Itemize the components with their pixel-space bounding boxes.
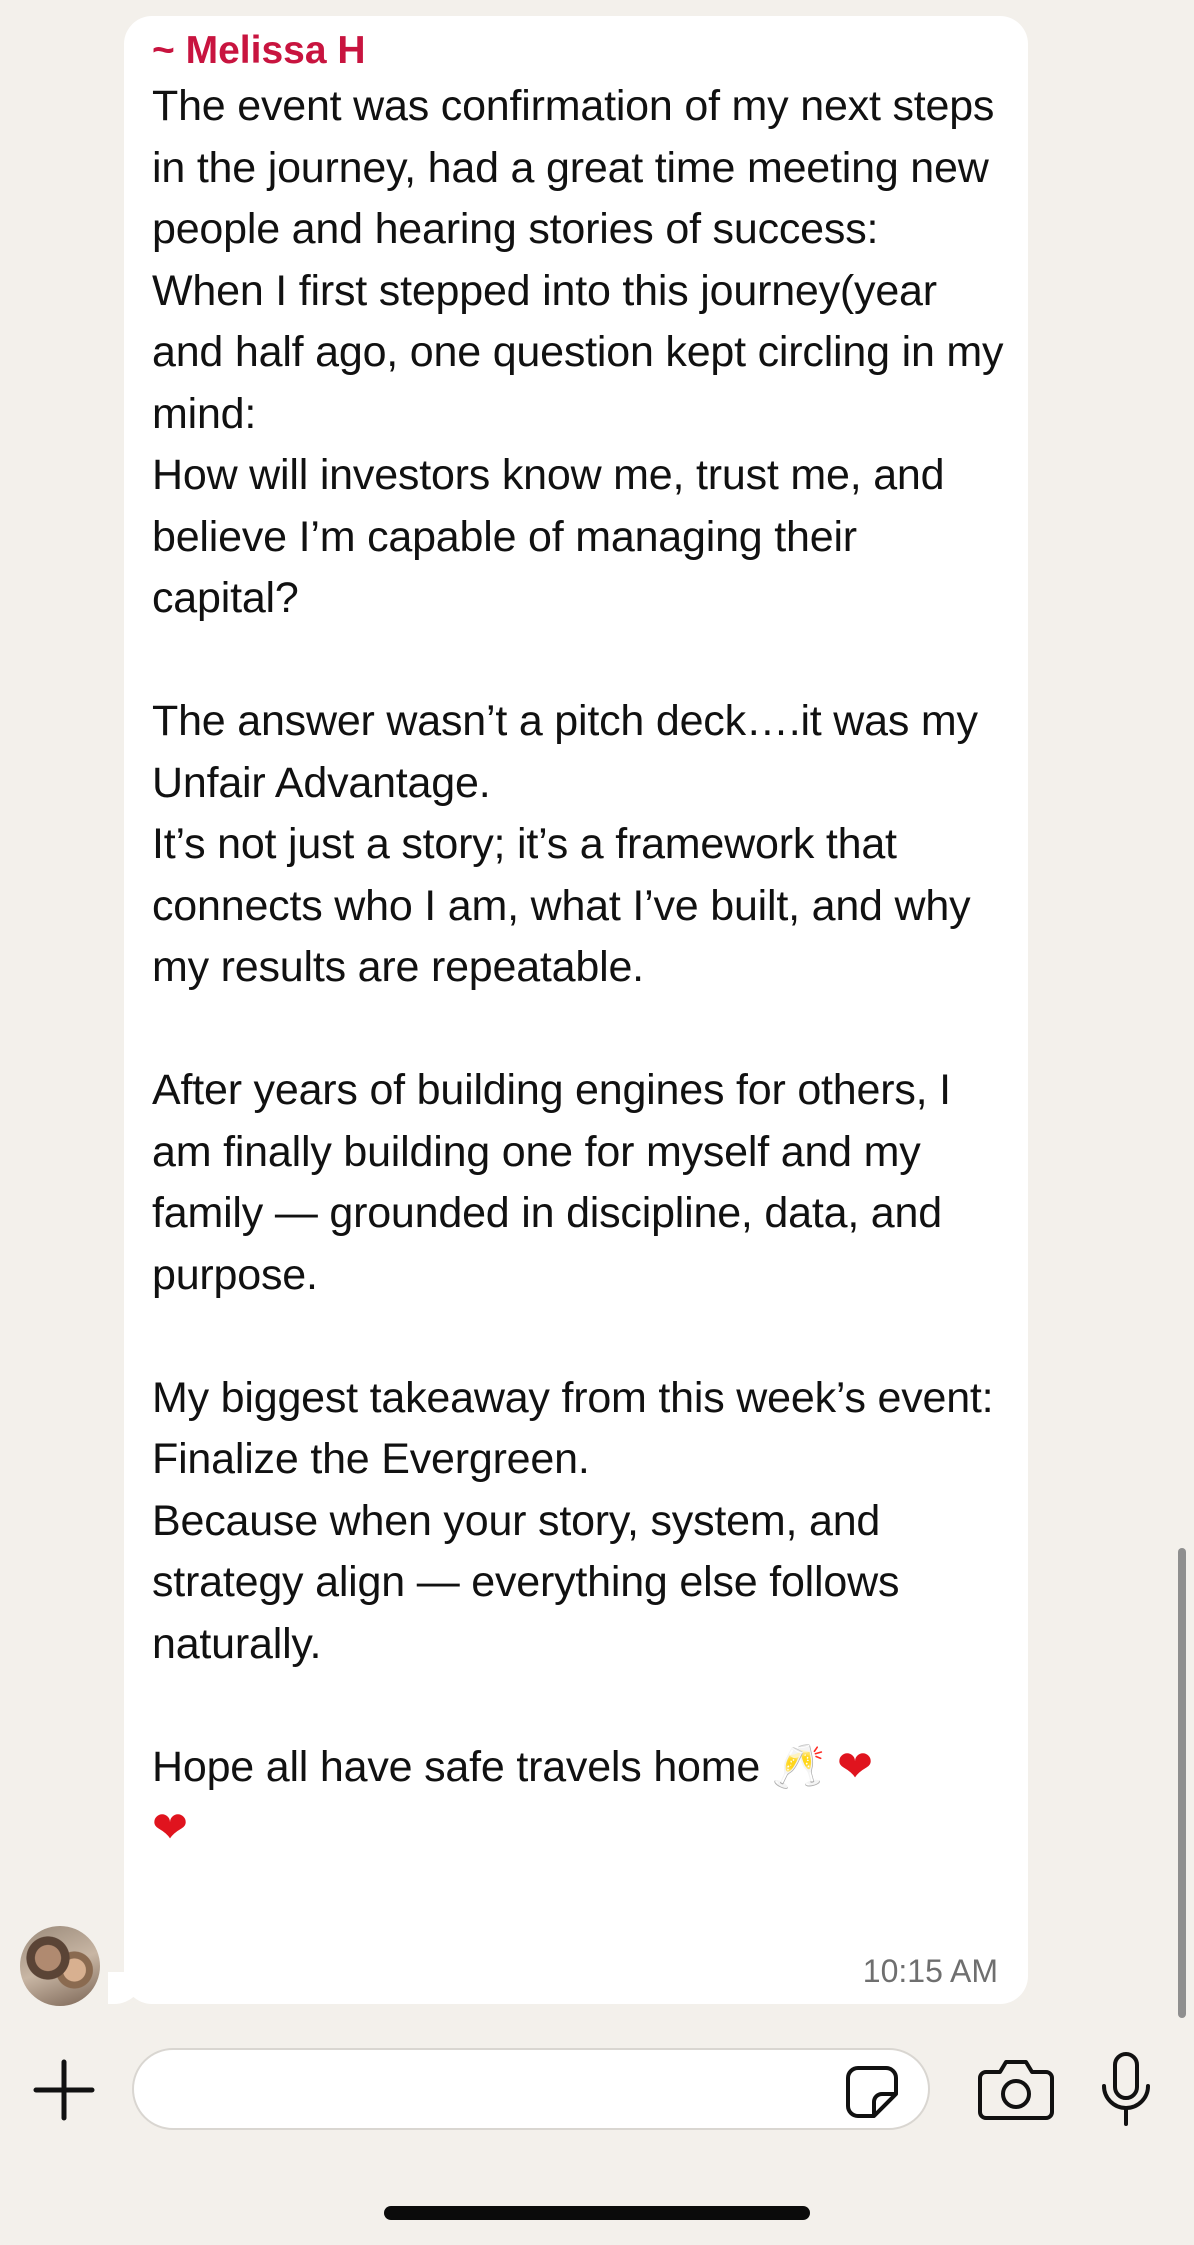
scrollbar[interactable] bbox=[1178, 1548, 1186, 2018]
voice-message-button[interactable] bbox=[1098, 2050, 1154, 2130]
message-body: The event was confirmation of my next st… bbox=[152, 82, 1004, 1791]
avatar[interactable] bbox=[20, 1926, 100, 2006]
camera-icon bbox=[978, 2060, 1054, 2120]
sender-name[interactable]: ~ Melissa H bbox=[152, 28, 1004, 74]
sticker-button[interactable] bbox=[844, 2064, 900, 2120]
message-timestamp: 10:15 AM bbox=[862, 1953, 998, 1989]
heart-emoji: ❤ bbox=[836, 1741, 873, 1792]
home-indicator[interactable] bbox=[384, 2206, 810, 2220]
add-attachment-button[interactable] bbox=[32, 2058, 96, 2122]
microphone-icon bbox=[1102, 2052, 1150, 2126]
heart-emoji: ❤ bbox=[152, 1803, 188, 1853]
camera-button[interactable] bbox=[978, 2056, 1054, 2122]
champagne-emoji: 🥂 bbox=[771, 1741, 826, 1792]
message-input-field[interactable] bbox=[132, 2048, 930, 2130]
plus-icon bbox=[33, 2059, 95, 2121]
sticker-icon bbox=[846, 2066, 898, 2118]
message-bubble[interactable]: ~ Melissa H The event was confirmation o… bbox=[124, 16, 1028, 2004]
message-input[interactable] bbox=[164, 2066, 848, 2116]
chat-area[interactable]: ~ Melissa H The event was confirmation o… bbox=[0, 0, 1194, 2030]
message-text: The event was confirmation of my next st… bbox=[152, 76, 1004, 1860]
